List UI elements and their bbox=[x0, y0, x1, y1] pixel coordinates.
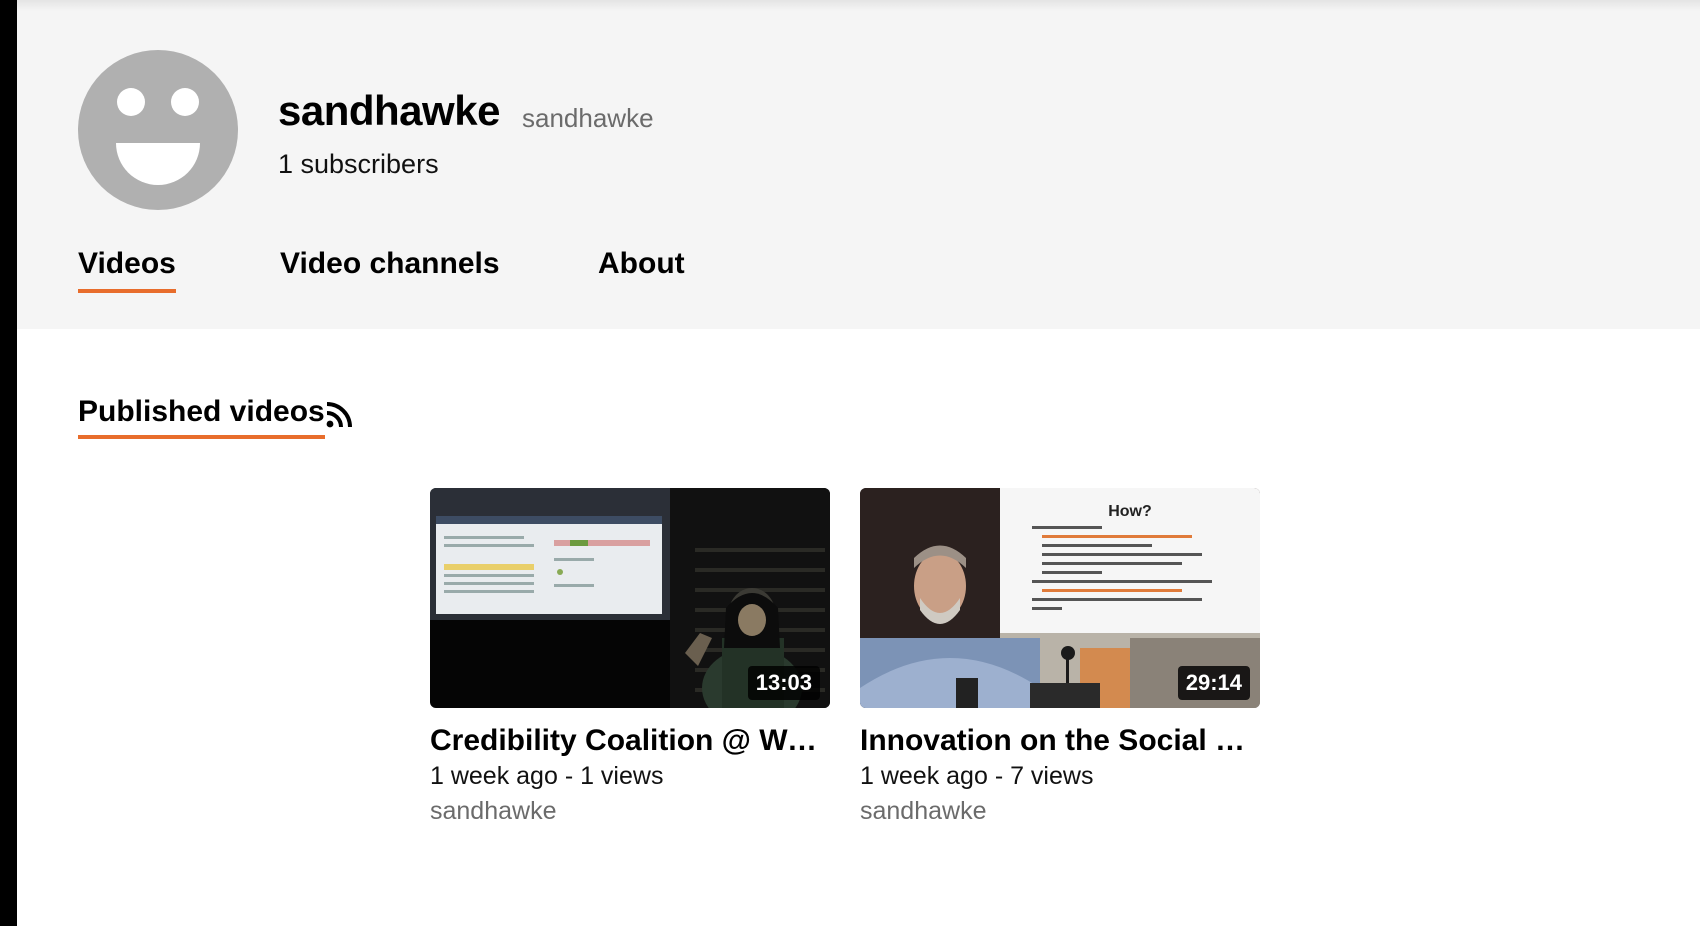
video-owner[interactable]: sandhawke bbox=[430, 797, 830, 826]
video-thumbnail[interactable]: 13:03 bbox=[430, 488, 830, 708]
tab-video-channels[interactable]: Video channels bbox=[280, 247, 500, 289]
left-sidebar-edge bbox=[0, 0, 17, 926]
account-handle: sandhawke bbox=[522, 103, 654, 133]
account-display-name: sandhawke bbox=[278, 87, 500, 134]
video-meta: 1 week ago - 7 views bbox=[860, 762, 1094, 790]
avatar[interactable] bbox=[78, 50, 238, 210]
avatar-mouth bbox=[116, 143, 200, 185]
tab-about[interactable]: About bbox=[598, 247, 685, 289]
video-thumbnail[interactable]: How? 29:14 bbox=[860, 488, 1260, 708]
video-card: How? 29:14 Innovation on the Social Web … bbox=[860, 488, 1260, 826]
rss-icon[interactable] bbox=[325, 401, 353, 429]
video-owner[interactable]: sandhawke bbox=[860, 797, 1260, 826]
top-bar-shadow bbox=[17, 0, 1700, 11]
video-title[interactable]: Credibility Coalition @ We… bbox=[430, 724, 830, 758]
video-meta: 1 week ago - 1 views bbox=[430, 762, 664, 790]
avatar-left-eye bbox=[117, 88, 145, 116]
channel-page: sandhawke sandhawke 1 subscribers Videos… bbox=[0, 0, 1700, 926]
subscriber-count: 1 subscribers bbox=[278, 149, 439, 179]
section-title: Published videos bbox=[78, 395, 325, 439]
account-tabs: Videos Video channels About bbox=[17, 247, 1700, 307]
video-duration: 13:03 bbox=[747, 666, 820, 700]
video-duration: 29:14 bbox=[1177, 666, 1250, 700]
video-title[interactable]: Innovation on the Social Web bbox=[860, 724, 1260, 758]
tab-videos[interactable]: Videos bbox=[78, 247, 176, 293]
video-card: 13:03 Credibility Coalition @ We… 1 week… bbox=[430, 488, 830, 826]
account-header: sandhawke sandhawke 1 subscribers Videos… bbox=[17, 11, 1700, 329]
slide-heading: How? bbox=[1108, 503, 1152, 520]
avatar-right-eye bbox=[171, 88, 199, 116]
